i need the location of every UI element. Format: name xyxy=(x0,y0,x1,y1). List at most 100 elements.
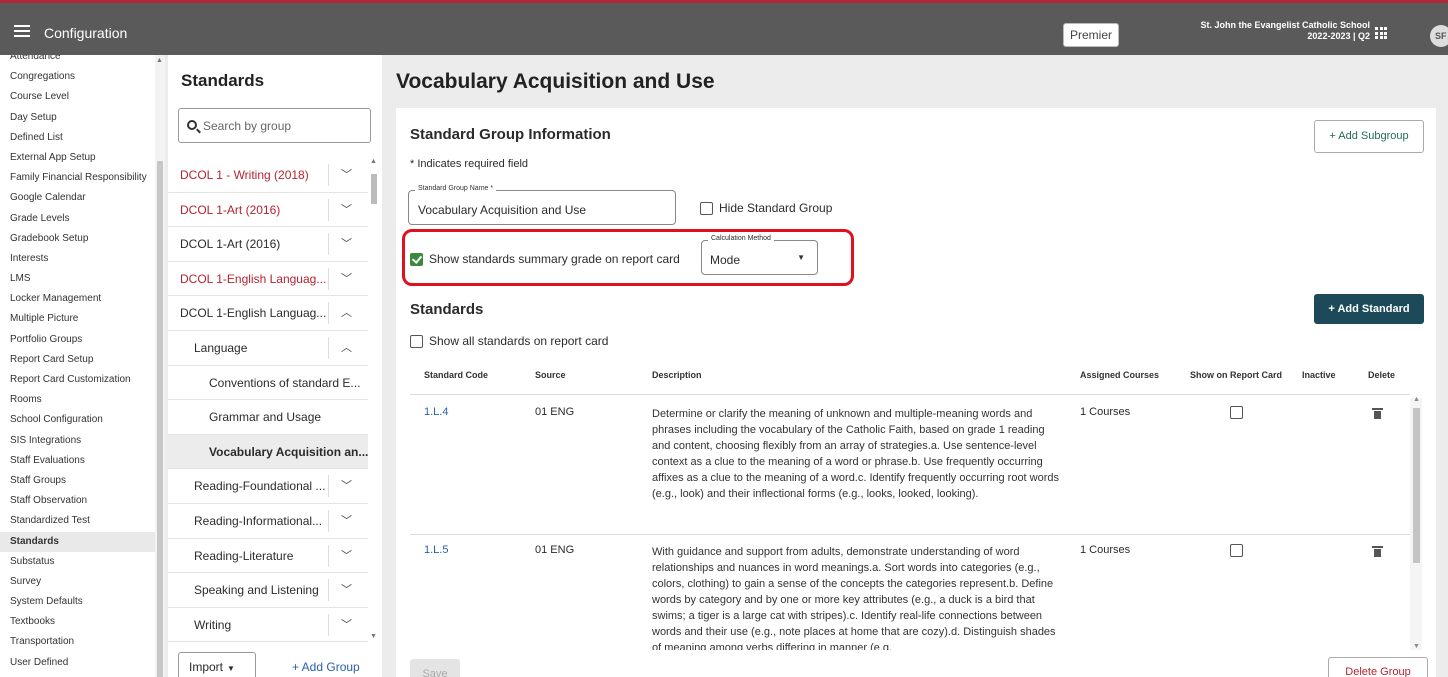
sidebar-item-day-setup[interactable]: Day Setup xyxy=(0,108,155,128)
report-card-checkbox[interactable] xyxy=(1230,544,1243,557)
sidebar-item-sis-integrations[interactable]: SIS Integrations xyxy=(0,431,155,451)
group-name-field[interactable]: Standard Group Name * Vocabulary Acquisi… xyxy=(408,185,676,225)
sidebar-item-substatus[interactable]: Substatus xyxy=(0,552,155,572)
chevron-down-icon[interactable]: ﹀ xyxy=(341,469,352,503)
add-group-button[interactable]: + Add Group xyxy=(292,660,360,674)
sidebar-item-rooms[interactable]: Rooms xyxy=(0,390,155,410)
tree-item[interactable]: DCOL 1-Art (2016) ﹀ xyxy=(168,227,368,262)
tree-item[interactable]: DCOL 1-Art (2016) ﹀ xyxy=(168,193,368,228)
group-name-value[interactable]: Vocabulary Acquisition and Use xyxy=(418,203,586,217)
checkbox-icon[interactable] xyxy=(700,202,713,216)
tree-item[interactable]: Language ︿ xyxy=(168,331,368,366)
tree-item[interactable]: Reading-Informational... ﹀ xyxy=(168,504,368,539)
sidebar-item-standardized-test[interactable]: Standardized Test xyxy=(0,511,155,531)
add-subgroup-button[interactable]: + Add Subgroup xyxy=(1314,120,1424,153)
scrollbar-thumb[interactable] xyxy=(157,161,163,677)
scroll-up-icon[interactable]: ▲ xyxy=(1413,396,1420,403)
column-header-description[interactable]: Description xyxy=(652,370,702,380)
delete-group-button[interactable]: Delete Group xyxy=(1328,657,1428,677)
column-header-inactive[interactable]: Inactive xyxy=(1302,370,1336,380)
column-header-courses[interactable]: Assigned Courses xyxy=(1080,370,1159,380)
sidebar-item-multiple-picture[interactable]: Multiple Picture xyxy=(0,309,155,329)
report-card-checkbox[interactable] xyxy=(1230,406,1243,419)
sidebar-item-textbooks[interactable]: Textbooks xyxy=(0,612,155,632)
sidebar-item-transportation[interactable]: Transportation xyxy=(0,632,155,652)
chevron-down-icon[interactable]: ﹀ xyxy=(341,158,352,192)
scroll-up-icon[interactable]: ▲ xyxy=(156,57,163,64)
show-summary-checkbox[interactable]: Show standards summary grade on report c… xyxy=(410,252,680,267)
sidebar-item-staff-groups[interactable]: Staff Groups xyxy=(0,471,155,491)
column-header-delete[interactable]: Delete xyxy=(1368,370,1395,380)
sidebar-item-lms[interactable]: LMS xyxy=(0,269,155,289)
trash-icon[interactable] xyxy=(1372,408,1383,419)
tree-item[interactable]: Grammar and Usage xyxy=(168,400,368,435)
scrollbar-thumb[interactable] xyxy=(371,174,377,204)
scroll-down-icon[interactable]: ▼ xyxy=(370,633,377,640)
hide-group-checkbox[interactable]: Hide Standard Group xyxy=(700,201,832,216)
table-row[interactable]: 1.L.5 01 ENG With guidance and support f… xyxy=(396,544,1416,650)
standard-code-link[interactable]: 1.L.4 xyxy=(424,406,448,418)
sidebar-scrollbar[interactable]: ▲ xyxy=(155,55,165,677)
sidebar-item-defined-list[interactable]: Defined List xyxy=(0,128,155,148)
premier-badge[interactable]: Premier xyxy=(1063,23,1120,47)
sidebar-item-survey[interactable]: Survey xyxy=(0,572,155,592)
sidebar-item-gradebook-setup[interactable]: Gradebook Setup xyxy=(0,229,155,249)
standard-code-link[interactable]: 1.L.5 xyxy=(424,544,448,556)
sidebar-item-staff-evaluations[interactable]: Staff Evaluations xyxy=(0,451,155,471)
import-button[interactable]: Import ▼ xyxy=(178,652,256,677)
add-standard-button[interactable]: + Add Standard xyxy=(1314,294,1424,324)
checked-checkbox-icon[interactable] xyxy=(410,253,423,267)
sidebar-item-user-defined[interactable]: User Defined xyxy=(0,653,155,673)
sidebar-item-locker-management[interactable]: Locker Management xyxy=(0,289,155,309)
school-info[interactable]: St. John the Evangelist Catholic School … xyxy=(1200,20,1370,42)
tree-scrollbar[interactable]: ▲ ▼ xyxy=(368,158,380,640)
chevron-up-icon[interactable]: ︿ xyxy=(341,331,352,365)
tree-item[interactable]: Speaking and Listening ﹀ xyxy=(168,573,368,608)
chevron-down-icon[interactable]: ﹀ xyxy=(341,227,352,261)
avatar[interactable]: SF xyxy=(1430,25,1448,47)
tree-item[interactable]: Vocabulary Acquisition an... xyxy=(168,434,368,470)
hamburger-menu-icon[interactable] xyxy=(14,25,30,37)
sidebar-item-standards[interactable]: Standards xyxy=(0,531,155,552)
checkbox-icon[interactable] xyxy=(410,335,423,349)
sidebar-item-grade-levels[interactable]: Grade Levels xyxy=(0,209,155,229)
scroll-up-icon[interactable]: ▲ xyxy=(370,158,377,165)
chevron-up-icon[interactable]: ︿ xyxy=(341,296,352,330)
tree-item[interactable]: DCOL 1 - Writing (2018) ﹀ xyxy=(168,158,368,193)
sidebar-item-school-configuration[interactable]: School Configuration xyxy=(0,410,155,430)
scroll-down-icon[interactable]: ▼ xyxy=(1413,643,1420,650)
tree-item[interactable]: Conventions of standard E... xyxy=(168,366,368,401)
chevron-down-icon[interactable]: ﹀ xyxy=(341,608,352,642)
chevron-down-icon[interactable]: ﹀ xyxy=(341,539,352,573)
column-header-source[interactable]: Source xyxy=(535,370,566,380)
save-button[interactable]: Save xyxy=(410,659,460,677)
sidebar-item-course-level[interactable]: Course Level xyxy=(0,87,155,107)
column-header-report-card[interactable]: Show on Report Card xyxy=(1190,370,1282,380)
tree-item[interactable]: DCOL 1-English Languag... ︿ xyxy=(168,296,368,331)
search-input[interactable]: Search by group xyxy=(178,108,371,143)
sidebar-item-interests[interactable]: Interests xyxy=(0,249,155,269)
tree-item[interactable]: DCOL 1-English Languag... ﹀ xyxy=(168,262,368,297)
chevron-down-icon[interactable]: ﹀ xyxy=(341,262,352,296)
tree-item[interactable]: Reading-Literature ﹀ xyxy=(168,539,368,574)
sidebar-item-report-card-customization[interactable]: Report Card Customization xyxy=(0,370,155,390)
chevron-down-icon[interactable]: ﹀ xyxy=(341,573,352,607)
tree-item[interactable]: Reading-Foundational ... ﹀ xyxy=(168,469,368,504)
trash-icon[interactable] xyxy=(1372,546,1383,557)
sidebar-item-system-defaults[interactable]: System Defaults xyxy=(0,592,155,612)
calculation-method-select[interactable]: Calculation Method Mode ▼ xyxy=(701,235,818,275)
sidebar-item-google-calendar[interactable]: Google Calendar xyxy=(0,188,155,208)
sidebar-item-portfolio-groups[interactable]: Portfolio Groups xyxy=(0,330,155,350)
sidebar-item-report-card-setup[interactable]: Report Card Setup xyxy=(0,350,155,370)
chevron-down-icon[interactable]: ﹀ xyxy=(341,504,352,538)
show-all-checkbox[interactable]: Show all standards on report card xyxy=(410,334,608,349)
sidebar-item-external-app-setup[interactable]: External App Setup xyxy=(0,148,155,168)
apps-grid-icon[interactable] xyxy=(1375,27,1387,39)
sidebar-item-family-financial-responsibility[interactable]: Family Financial Responsibility xyxy=(0,168,155,188)
sidebar-item-congregations[interactable]: Congregations xyxy=(0,67,155,87)
column-header-code[interactable]: Standard Code xyxy=(424,370,488,380)
sidebar-item-staff-observation[interactable]: Staff Observation xyxy=(0,491,155,511)
table-scrollbar[interactable]: ▲ ▼ xyxy=(1410,396,1422,650)
sidebar-item-attendance[interactable]: Attendance xyxy=(0,55,155,67)
tree-item[interactable]: Writing ﹀ xyxy=(168,608,368,643)
